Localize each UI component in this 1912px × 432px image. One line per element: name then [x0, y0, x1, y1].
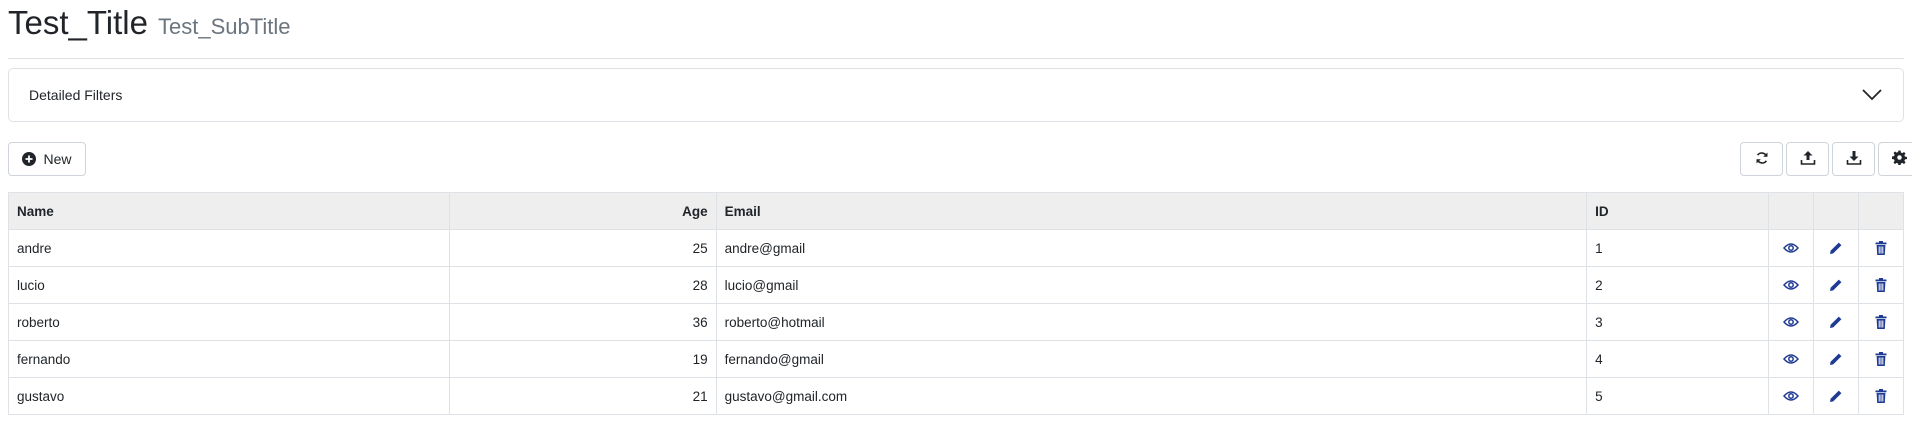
- page-header: Test_Title Test_SubTitle: [8, 4, 290, 44]
- cell-age: 25: [448, 229, 717, 267]
- table-header-row: Name Age Email ID: [8, 192, 1905, 230]
- cell-age: 21: [448, 377, 717, 415]
- edit-icon[interactable]: [1826, 386, 1846, 406]
- table-row: andre 25 andre@gmail 1: [8, 229, 1905, 267]
- cell-age: 19: [448, 340, 717, 378]
- refresh-button[interactable]: [1740, 142, 1783, 176]
- toolbar: New: [8, 142, 1912, 176]
- cell-email: andre@gmail: [715, 229, 1588, 267]
- detailed-filters-panel[interactable]: Detailed Filters: [8, 68, 1904, 122]
- gear-icon: [1892, 150, 1907, 168]
- page-title: Test_Title: [8, 4, 148, 41]
- view-icon[interactable]: [1781, 349, 1801, 369]
- delete-icon[interactable]: [1871, 386, 1891, 406]
- cell-email: roberto@hotmail: [715, 303, 1588, 341]
- new-button[interactable]: New: [8, 142, 86, 176]
- table-row: lucio 28 lucio@gmail 2: [8, 266, 1905, 304]
- view-icon[interactable]: [1781, 386, 1801, 406]
- settings-button[interactable]: [1878, 142, 1912, 176]
- cell-email: fernando@gmail: [715, 340, 1588, 378]
- cell-name: fernando: [8, 340, 450, 378]
- view-icon[interactable]: [1781, 238, 1801, 258]
- table-row: fernando 19 fernando@gmail 4: [8, 340, 1905, 378]
- cell-name: lucio: [8, 266, 450, 304]
- cell-email: lucio@gmail: [715, 266, 1588, 304]
- delete-icon[interactable]: [1871, 312, 1891, 332]
- cell-age: 28: [448, 266, 717, 304]
- edit-icon[interactable]: [1826, 312, 1846, 332]
- edit-icon[interactable]: [1826, 275, 1846, 295]
- chevron-down-icon[interactable]: [1861, 84, 1883, 106]
- cell-name: andre: [8, 229, 450, 267]
- cell-id: 1: [1586, 229, 1769, 267]
- refresh-icon: [1755, 151, 1769, 168]
- column-header-edit: [1812, 192, 1859, 230]
- column-header-email[interactable]: Email: [715, 192, 1588, 230]
- cell-name: roberto: [8, 303, 450, 341]
- column-header-view: [1768, 192, 1814, 230]
- cell-age: 36: [448, 303, 717, 341]
- cell-email: gustavo@gmail.com: [715, 377, 1588, 415]
- delete-icon[interactable]: [1871, 275, 1891, 295]
- table-row: gustavo 21 gustavo@gmail.com 5: [8, 377, 1905, 415]
- plus-circle-icon: [22, 152, 37, 166]
- column-header-age[interactable]: Age: [448, 192, 717, 230]
- table-row: roberto 36 roberto@hotmail 3: [8, 303, 1905, 341]
- edit-icon[interactable]: [1826, 238, 1846, 258]
- download-button[interactable]: [1832, 142, 1875, 176]
- page-subtitle: Test_SubTitle: [158, 14, 291, 39]
- cell-id: 3: [1586, 303, 1769, 341]
- new-button-label: New: [43, 151, 72, 167]
- view-icon[interactable]: [1781, 275, 1801, 295]
- view-icon[interactable]: [1781, 312, 1801, 332]
- cell-id: 5: [1586, 377, 1769, 415]
- divider: [8, 58, 1904, 59]
- cell-id: 4: [1586, 340, 1769, 378]
- download-icon: [1846, 150, 1862, 169]
- column-header-delete: [1857, 192, 1905, 230]
- edit-icon[interactable]: [1826, 349, 1846, 369]
- data-table: Name Age Email ID andre 25 andre@gmail 1…: [8, 192, 1905, 415]
- cell-id: 2: [1586, 266, 1769, 304]
- upload-button[interactable]: [1786, 142, 1829, 176]
- cell-name: gustavo: [8, 377, 450, 415]
- detailed-filters-label: Detailed Filters: [29, 87, 123, 103]
- delete-icon[interactable]: [1871, 238, 1891, 258]
- upload-icon: [1800, 150, 1816, 169]
- delete-icon[interactable]: [1871, 349, 1891, 369]
- column-header-id[interactable]: ID: [1586, 192, 1769, 230]
- column-header-name[interactable]: Name: [8, 192, 450, 230]
